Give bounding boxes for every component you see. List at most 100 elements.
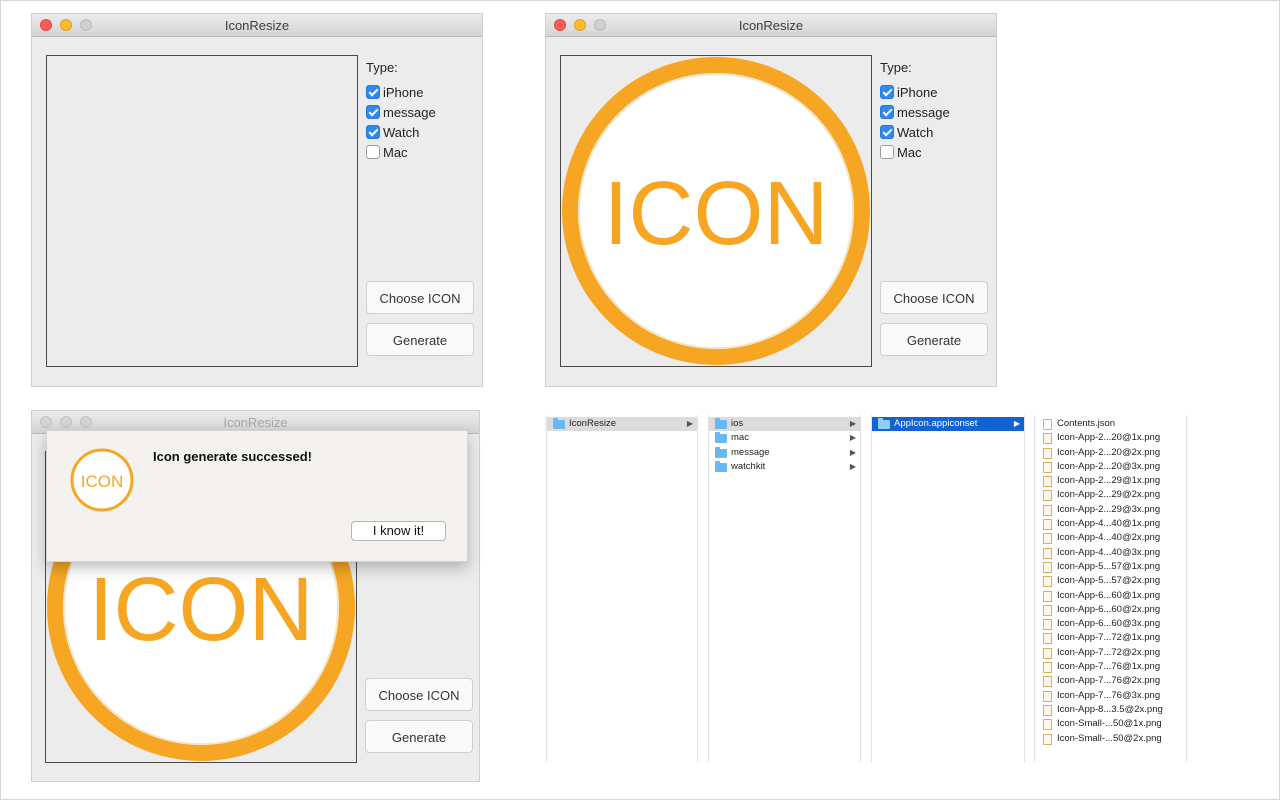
- file-item[interactable]: Icon-App-2...29@1x.png: [1035, 474, 1186, 488]
- folder-icon: [715, 432, 727, 444]
- item-name: Icon-App-7...76@1x.png: [1057, 661, 1161, 673]
- file-item[interactable]: Icon-App-4...40@3x.png: [1035, 546, 1186, 560]
- file-item[interactable]: Icon-Small-...50@2x.png: [1035, 732, 1186, 746]
- window-title: IconResize: [224, 18, 290, 33]
- checkbox-watch[interactable]: Watch: [880, 125, 933, 141]
- checkbox-checked-icon[interactable]: [880, 125, 894, 139]
- choose-icon-button[interactable]: Choose ICON: [880, 281, 988, 314]
- finder-column-4: Contents.json Icon-App-2...20@1x.png Icon-…: [1034, 415, 1187, 762]
- checkbox-checked-icon[interactable]: [366, 125, 380, 139]
- item-name: Icon-App-2...20@2x.png: [1057, 446, 1161, 458]
- file-item[interactable]: Icon-App-5...57@2x.png: [1035, 574, 1186, 588]
- window-title: IconResize: [738, 18, 804, 33]
- item-name: ios: [731, 418, 744, 429]
- choose-icon-button[interactable]: Choose ICON: [366, 281, 474, 314]
- file-item[interactable]: Icon-App-2...20@2x.png: [1035, 446, 1186, 460]
- file-item[interactable]: Icon-App-7...76@2x.png: [1035, 674, 1186, 688]
- iconresize-window-loaded: IconResize ICON Type: iPhone message Wat…: [546, 14, 996, 386]
- folder-item[interactable]: ios ▶: [709, 417, 860, 432]
- finder-column-3: AppIcon.appiconset ▶: [871, 415, 1025, 762]
- success-alert: ICON Icon generate successed! I know it!: [46, 430, 468, 562]
- checkbox-mac[interactable]: Mac: [366, 145, 408, 161]
- png-file-icon: [1043, 504, 1052, 516]
- png-file-icon: [1043, 676, 1052, 688]
- checkbox-unchecked-icon[interactable]: [366, 145, 380, 159]
- file-item[interactable]: Icon-App-2...29@2x.png: [1035, 488, 1186, 502]
- file-item[interactable]: Icon-App-7...76@3x.png: [1035, 689, 1186, 703]
- checkbox-unchecked-icon[interactable]: [880, 145, 894, 159]
- file-item[interactable]: Icon-App-8...3.5@2x.png: [1035, 703, 1186, 717]
- png-file-icon: [1043, 561, 1052, 573]
- checkbox-iphone[interactable]: iPhone: [880, 85, 937, 101]
- file-item[interactable]: Icon-App-4...40@1x.png: [1035, 517, 1186, 531]
- type-label: Type:: [366, 60, 398, 75]
- item-name: Icon-App-7...72@1x.png: [1057, 632, 1161, 644]
- file-item[interactable]: Icon-App-6...60@3x.png: [1035, 617, 1186, 631]
- checkbox-checked-icon[interactable]: [366, 105, 380, 119]
- file-item[interactable]: Icon-App-7...72@1x.png: [1035, 631, 1186, 645]
- file-item[interactable]: Icon-App-6...60@2x.png: [1035, 603, 1186, 617]
- checkbox-message[interactable]: message: [366, 105, 436, 121]
- checkbox-checked-icon[interactable]: [880, 85, 894, 99]
- checkbox-mac[interactable]: Mac: [880, 145, 922, 161]
- option-label: message: [897, 105, 950, 120]
- file-item[interactable]: Icon-App-2...20@3x.png: [1035, 460, 1186, 474]
- item-name: Icon-App-2...29@3x.png: [1057, 503, 1161, 515]
- item-name: Icon-Small-...50@1x.png: [1057, 718, 1162, 730]
- file-item[interactable]: Contents.json: [1035, 417, 1186, 431]
- png-file-icon: [1043, 662, 1052, 674]
- window-title: IconResize: [223, 415, 288, 430]
- file-item[interactable]: Icon-App-2...20@1x.png: [1035, 431, 1186, 445]
- checkbox-checked-icon[interactable]: [366, 85, 380, 99]
- app-icon: ICON: [70, 448, 134, 512]
- png-file-icon: [1043, 733, 1052, 745]
- file-item[interactable]: Icon-App-6...60@1x.png: [1035, 589, 1186, 603]
- png-file-icon: [1043, 719, 1052, 731]
- generate-button[interactable]: Generate: [366, 323, 474, 356]
- item-name: message: [731, 446, 770, 458]
- file-item[interactable]: Icon-App-5...57@1x.png: [1035, 560, 1186, 574]
- option-label: iPhone: [383, 85, 424, 100]
- icon-preview-empty: [46, 55, 358, 367]
- folder-item[interactable]: mac ▶: [709, 431, 860, 445]
- file-item[interactable]: Icon-App-2...29@3x.png: [1035, 503, 1186, 517]
- document-icon: [1043, 419, 1052, 430]
- item-name: Icon-App-2...29@2x.png: [1057, 489, 1161, 501]
- option-label: Watch: [383, 125, 420, 140]
- disclosure-arrow-icon: ▶: [849, 461, 856, 471]
- generate-button[interactable]: Generate: [880, 323, 988, 356]
- item-name: Contents.json: [1057, 418, 1116, 429]
- title-bar: IconResize: [546, 14, 996, 37]
- choose-icon-button[interactable]: Choose ICON: [365, 678, 473, 711]
- disclosure-arrow-icon: ▶: [849, 447, 856, 457]
- type-label: Type:: [880, 60, 912, 75]
- checkbox-checked-icon[interactable]: [880, 105, 894, 119]
- item-name: Icon-App-2...29@1x.png: [1057, 475, 1161, 487]
- icon-preview: ICON: [560, 55, 872, 367]
- folder-item[interactable]: watchkit ▶: [709, 460, 860, 474]
- finder-column-2: ios ▶ mac ▶ message ▶ watchkit ▶: [708, 415, 861, 762]
- file-item[interactable]: Icon-Small-...50@1x.png: [1035, 717, 1186, 731]
- png-file-icon: [1043, 604, 1052, 616]
- png-file-icon: [1043, 619, 1052, 631]
- title-bar: IconResize: [32, 14, 482, 37]
- i-know-it-button[interactable]: I know it!: [351, 521, 446, 541]
- option-label: Mac: [383, 145, 408, 160]
- file-item[interactable]: Icon-App-7...76@1x.png: [1035, 660, 1186, 674]
- icon-text: ICON: [604, 164, 829, 264]
- item-name: Icon-App-5...57@2x.png: [1057, 575, 1161, 587]
- disclosure-arrow-icon: ▶: [849, 419, 856, 428]
- checkbox-message[interactable]: message: [880, 105, 950, 121]
- folder-item[interactable]: message ▶: [709, 446, 860, 460]
- checkbox-iphone[interactable]: iPhone: [366, 85, 423, 101]
- png-file-icon: [1043, 461, 1052, 473]
- item-name: Icon-App-6...60@1x.png: [1057, 589, 1161, 601]
- file-item[interactable]: Icon-App-7...72@2x.png: [1035, 646, 1186, 660]
- folder-item[interactable]: AppIcon.appiconset ▶: [872, 417, 1024, 432]
- item-name: Icon-App-2...20@1x.png: [1057, 432, 1161, 444]
- item-name: Icon-App-4...40@1x.png: [1057, 518, 1161, 530]
- folder-item[interactable]: IconResize ▶: [547, 417, 697, 432]
- checkbox-watch[interactable]: Watch: [366, 125, 419, 141]
- generate-button[interactable]: Generate: [365, 720, 473, 753]
- file-item[interactable]: Icon-App-4...40@2x.png: [1035, 531, 1186, 545]
